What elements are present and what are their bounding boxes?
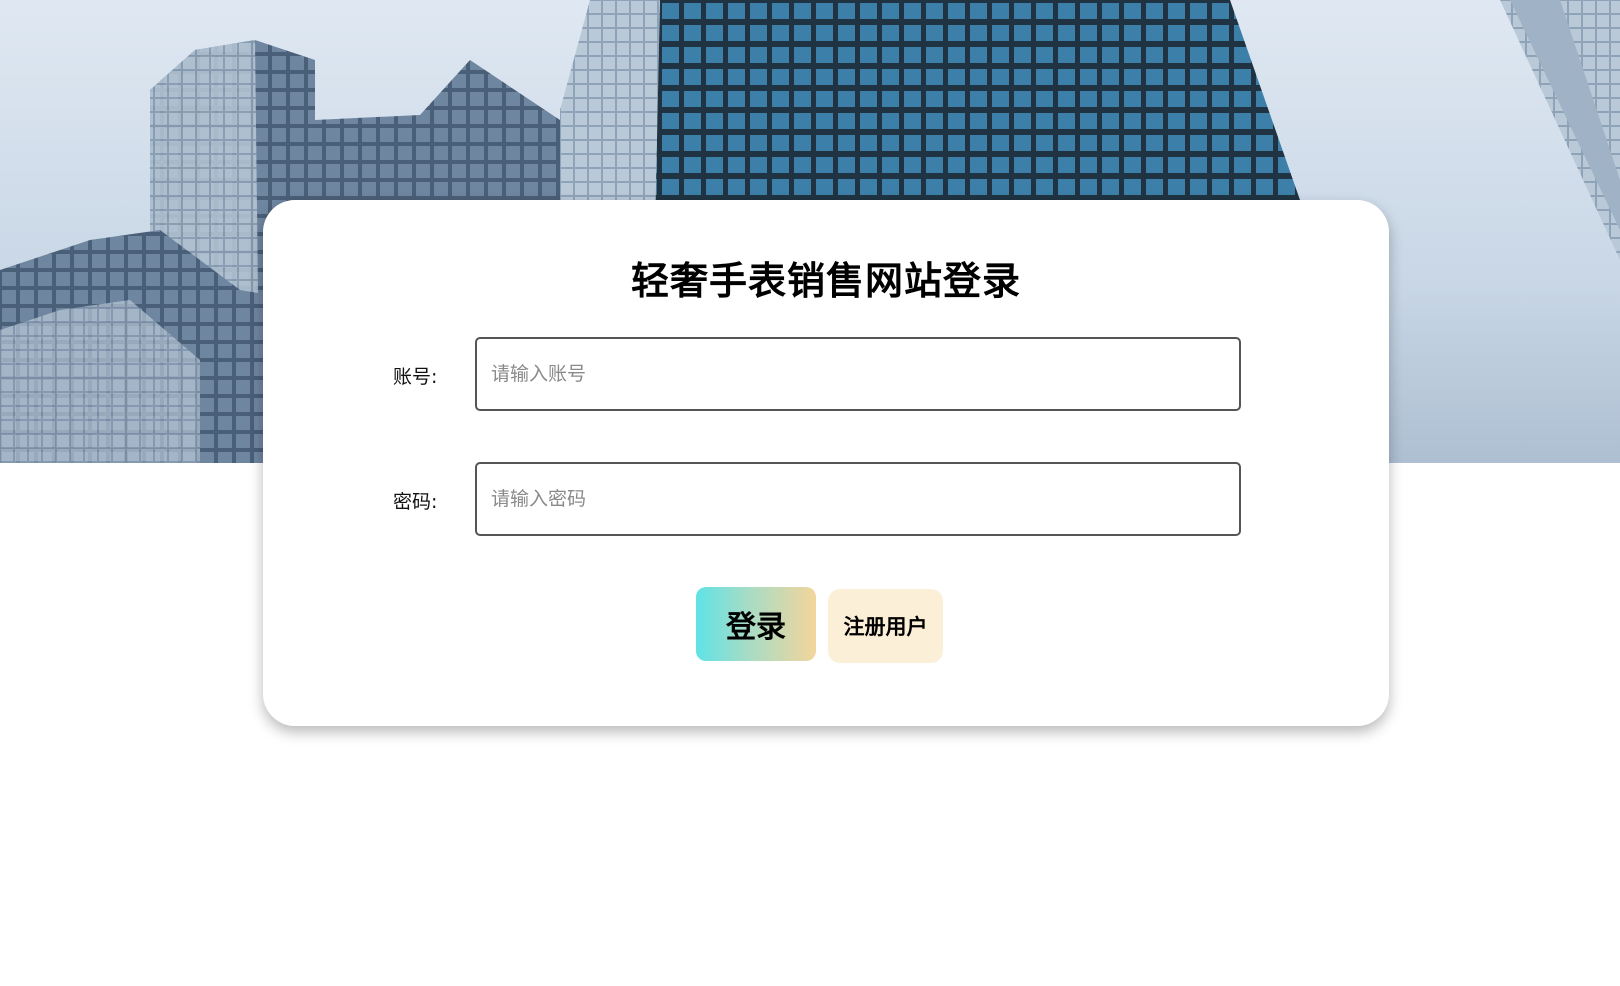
password-input[interactable] <box>475 462 1241 536</box>
login-button[interactable]: 登录 <box>696 587 816 661</box>
account-input[interactable] <box>475 337 1241 411</box>
page-title: 轻奢手表销售网站登录 <box>630 259 1021 303</box>
account-label: 账号: <box>393 366 438 388</box>
register-button[interactable]: 注册用户 <box>828 589 943 663</box>
login-card: 轻奢手表销售网站登录 账号: 密码: 登录 注册用户 <box>263 200 1389 726</box>
password-label: 密码: <box>393 491 438 513</box>
